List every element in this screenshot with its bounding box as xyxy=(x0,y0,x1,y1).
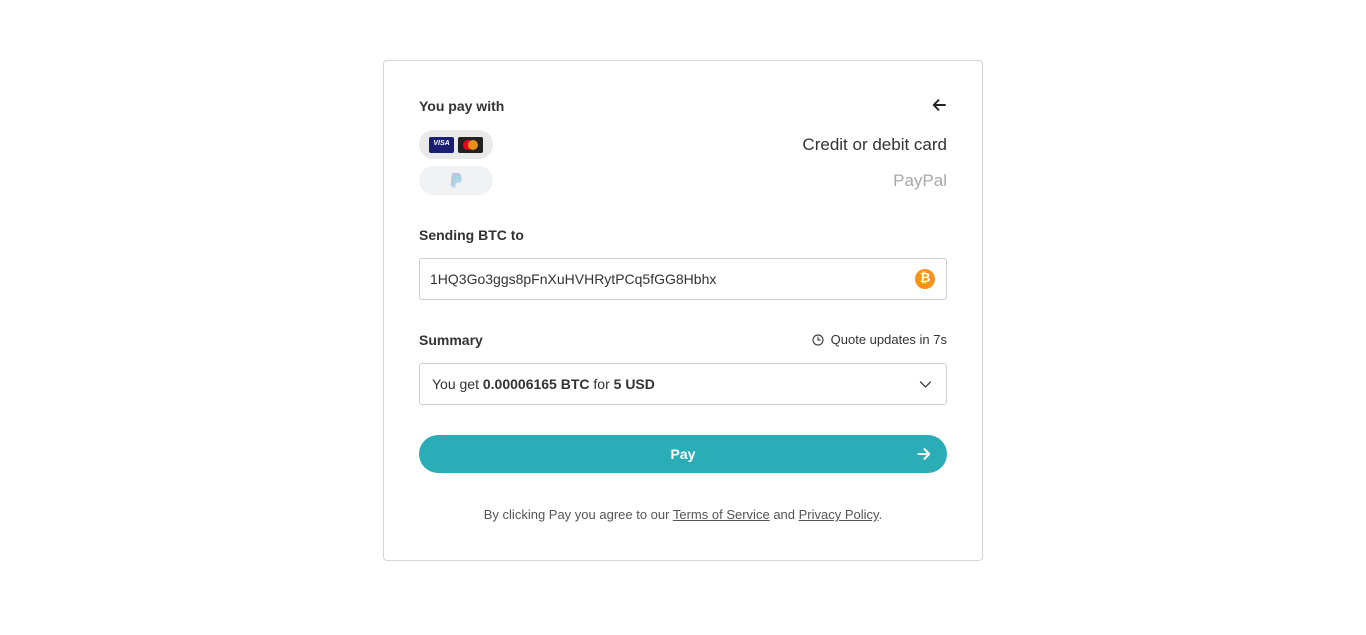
legal-suffix: . xyxy=(878,507,883,522)
pay-with-title: You pay with xyxy=(419,98,505,114)
summary-prefix: You get xyxy=(432,376,479,392)
arrow-right-icon xyxy=(917,448,931,460)
terms-of-service-link[interactable]: Terms of Service xyxy=(673,507,770,522)
paypal-icon xyxy=(450,173,463,188)
visa-text: VISA xyxy=(433,140,450,147)
wallet-address-field[interactable]: ₿ xyxy=(419,258,947,300)
checkout-card: You pay with VISA Credit or debit card P… xyxy=(383,60,983,561)
back-arrow-icon[interactable] xyxy=(931,97,947,113)
privacy-policy-link[interactable]: Privacy Policy xyxy=(799,507,879,522)
summary-fiat-amount: 5 USD xyxy=(613,376,655,392)
paypal-logo-pill xyxy=(419,166,493,195)
bitcoin-icon: ₿ xyxy=(915,269,935,289)
summary-text: You get 0.00006165 BTC for 5 USD xyxy=(432,376,655,392)
method-label-card: Credit or debit card xyxy=(802,135,947,154)
legal-prefix: By clicking Pay you agree to our xyxy=(483,507,670,522)
pay-button-label: Pay xyxy=(670,446,696,462)
summary-dropdown[interactable]: You get 0.00006165 BTC for 5 USD xyxy=(419,363,947,405)
summary-title: Summary xyxy=(419,332,483,348)
clock-icon xyxy=(812,333,824,346)
card-logos-pill: VISA xyxy=(419,130,493,159)
chevron-down-icon xyxy=(919,381,932,388)
legal-and: and xyxy=(773,507,796,522)
quote-timer: Quote updates in 7s xyxy=(812,332,947,347)
legal-notice: By clicking Pay you agree to our Terms o… xyxy=(419,507,947,522)
pay-button[interactable]: Pay xyxy=(419,435,947,473)
summary-for: for xyxy=(593,376,610,392)
quote-text: Quote updates in 7s xyxy=(830,332,947,347)
visa-icon: VISA xyxy=(429,137,454,153)
wallet-address-input[interactable] xyxy=(430,259,910,299)
sending-title: Sending BTC to xyxy=(419,227,524,243)
method-label-paypal: PayPal xyxy=(893,171,947,190)
mastercard-icon xyxy=(458,137,483,153)
payment-method-paypal[interactable]: PayPal xyxy=(419,166,947,196)
summary-crypto-amount: 0.00006165 BTC xyxy=(482,376,590,392)
payment-method-card[interactable]: VISA Credit or debit card xyxy=(419,130,947,160)
